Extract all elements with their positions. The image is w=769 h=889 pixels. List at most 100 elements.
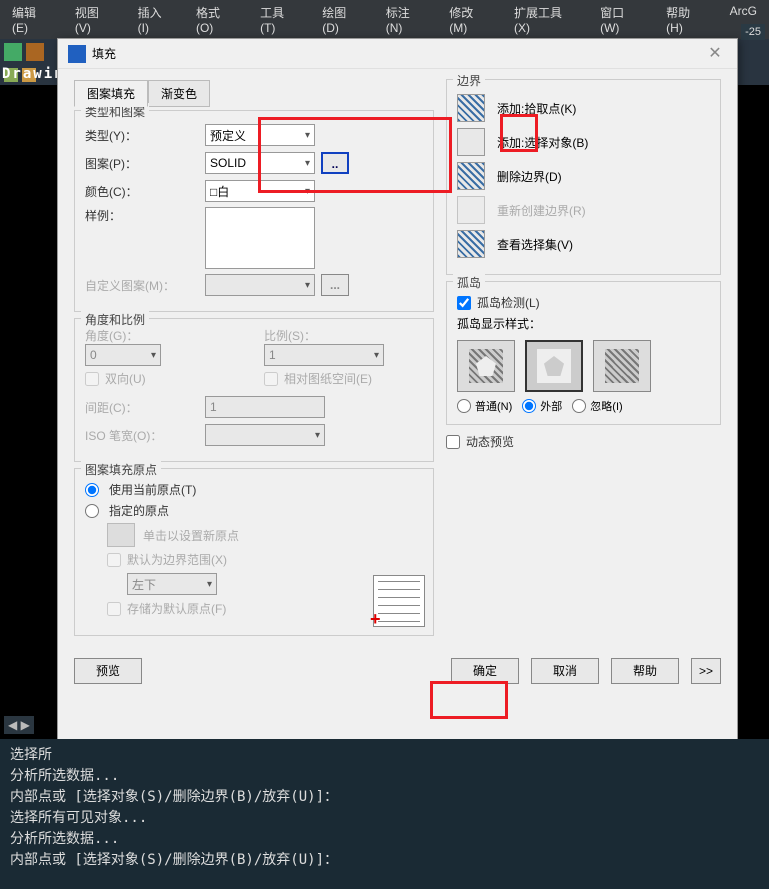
group-boundary: 边界 添加:拾取点(K) 添加:选择对象(B) 删除边界(D) 重新创建边界(R…	[446, 79, 721, 275]
pattern-browse-button[interactable]: ..	[321, 152, 349, 174]
origin-position-combo: 左下▾	[127, 573, 217, 595]
add-select-label[interactable]: 添加:选择对象(B)	[497, 134, 588, 151]
use-current-radio[interactable]	[85, 483, 99, 497]
chevron-down-icon: ▾	[374, 350, 379, 361]
dialog-title: 填充	[92, 45, 116, 62]
island-outer-radio[interactable]	[522, 399, 536, 413]
store-default-checkbox	[107, 602, 121, 616]
close-icon[interactable]: ✕	[703, 42, 727, 66]
chevron-down-icon: ▾	[305, 186, 310, 197]
chevron-down-icon: ▾	[305, 130, 310, 141]
cancel-button[interactable]: 取消	[531, 658, 599, 684]
scale-label: 比例(S)：	[264, 327, 384, 344]
view-selection-label[interactable]: 查看选择集(V)	[497, 236, 573, 253]
specified-radio[interactable]	[85, 504, 99, 518]
pattern-label: 图案(P)：	[85, 155, 205, 172]
use-current-label: 使用当前原点(T)	[109, 481, 196, 498]
menu-dimension[interactable]: 标注(N)	[374, 2, 437, 37]
island-style-label: 孤岛显示样式：	[457, 315, 710, 332]
menu-window[interactable]: 窗口(W)	[588, 2, 654, 37]
view-selection-icon[interactable]	[457, 230, 485, 258]
origin-preview-icon	[373, 575, 425, 627]
menu-format[interactable]: 格式(O)	[184, 2, 248, 37]
add-select-icon[interactable]	[457, 128, 485, 156]
paperspace-checkbox	[264, 372, 278, 386]
angle-combo: 0▾	[85, 344, 161, 366]
color-combo[interactable]: □白▾	[205, 180, 315, 202]
island-ignore-radio[interactable]	[572, 399, 586, 413]
group-island-legend: 孤岛	[453, 274, 485, 291]
iso-label: ISO 笔宽(O)：	[85, 427, 205, 444]
remove-boundary-icon[interactable]	[457, 162, 485, 190]
island-outer-icon[interactable]	[525, 340, 583, 392]
command-console[interactable]: 选择所 分析所选数据... 内部点或 [选择对象(S)/删除边界(B)/放弃(U…	[0, 739, 769, 889]
paperspace-label: 相对图纸空间(E)	[284, 370, 372, 387]
chevron-down-icon: ▾	[151, 350, 156, 361]
group-origin-legend: 图案填充原点	[81, 461, 161, 478]
add-pick-icon[interactable]	[457, 94, 485, 122]
menu-tools[interactable]: 工具(T)	[248, 2, 310, 37]
spacing-label: 间距(C)：	[85, 399, 205, 416]
set-new-origin-button	[107, 523, 135, 547]
toolbar-icon-2[interactable]	[26, 43, 44, 61]
type-label: 类型(Y)：	[85, 127, 205, 144]
chevron-down-icon: ▾	[305, 158, 310, 169]
ok-button[interactable]: 确定	[451, 658, 519, 684]
group-angle-scale: 角度和比例 角度(G)： 0▾ 双向(U) 比例(S)： 1▾ 相对图纸空间(E…	[74, 318, 434, 462]
menu-draw[interactable]: 绘图(D)	[310, 2, 373, 37]
tab-gradient[interactable]: 渐变色	[148, 80, 210, 107]
right-panel-label: -25	[741, 24, 765, 40]
menu-help[interactable]: 帮助(H)	[654, 2, 717, 37]
custom-combo: ▾	[205, 274, 315, 296]
group-origin: 图案填充原点 使用当前原点(T) 指定的原点 单击以设置新原点 默认为边界范围(…	[74, 468, 434, 636]
bidir-checkbox	[85, 372, 99, 386]
menu-view[interactable]: 视图(V)	[63, 2, 126, 37]
island-normal-label: 普通(N)	[475, 398, 512, 414]
toolbar-icon-1[interactable]	[4, 43, 22, 61]
iso-combo: ▾	[205, 424, 325, 446]
sample-label: 样例：	[85, 207, 205, 224]
menu-modify[interactable]: 修改(M)	[437, 2, 502, 37]
tab-hatch[interactable]: 图案填充	[74, 80, 148, 107]
specified-label: 指定的原点	[109, 502, 169, 519]
chevron-down-icon: ▾	[315, 430, 320, 441]
custom-browse-button: ...	[321, 274, 349, 296]
recreate-boundary-label: 重新创建边界(R)	[497, 202, 586, 219]
island-ignore-icon[interactable]	[593, 340, 651, 392]
console-line: 选择所	[10, 745, 759, 766]
add-pick-label[interactable]: 添加:拾取点(K)	[497, 100, 576, 117]
console-line: 内部点或 [选择对象(S)/删除边界(B)/放弃(U)]：	[10, 787, 759, 808]
console-line: 内部点或 [选择对象(S)/删除边界(B)/放弃(U)]：	[10, 850, 759, 871]
preview-button[interactable]: 预览	[74, 658, 142, 684]
menu-insert[interactable]: 插入(I)	[126, 2, 184, 37]
pattern-combo[interactable]: SOLID▾	[205, 152, 315, 174]
console-line: 分析所选数据...	[10, 829, 759, 850]
custom-label: 自定义图案(M)：	[85, 277, 205, 294]
console-line: 选择所有可见对象...	[10, 808, 759, 829]
angle-label: 角度(G)：	[85, 327, 205, 344]
spacing-input: 1	[205, 396, 325, 418]
expand-button[interactable]: >>	[691, 658, 721, 684]
dynamic-preview-checkbox[interactable]	[446, 435, 460, 449]
island-outer-label: 外部	[540, 398, 562, 414]
group-type-pattern: 类型和图案 类型(Y)： 预定义▾ 图案(P)： SOLID▾ .. 颜色(C)…	[74, 110, 434, 312]
click-set-label: 单击以设置新原点	[143, 527, 239, 544]
tabs: 图案填充 渐变色	[74, 79, 434, 106]
menu-extensions[interactable]: 扩展工具(X)	[502, 2, 588, 37]
island-detect-checkbox[interactable]	[457, 296, 471, 310]
island-normal-radio[interactable]	[457, 399, 471, 413]
remove-boundary-label[interactable]: 删除边界(D)	[497, 168, 562, 185]
chevron-down-icon: ▾	[207, 579, 212, 590]
chevron-down-icon: ▾	[305, 280, 310, 291]
island-normal-icon[interactable]	[457, 340, 515, 392]
dialog-icon	[68, 45, 86, 63]
sample-preview[interactable]	[205, 207, 315, 269]
type-combo[interactable]: 预定义▾	[205, 124, 315, 146]
default-extent-label: 默认为边界范围(X)	[127, 551, 227, 568]
help-button[interactable]: 帮助	[611, 658, 679, 684]
menu-edit[interactable]: 编辑(E)	[0, 2, 63, 37]
console-nav-icons[interactable]: ◀ ▶	[4, 716, 34, 734]
island-ignore-label: 忽略(I)	[590, 398, 622, 414]
scale-combo: 1▾	[264, 344, 384, 366]
color-label: 颜色(C)：	[85, 183, 205, 200]
